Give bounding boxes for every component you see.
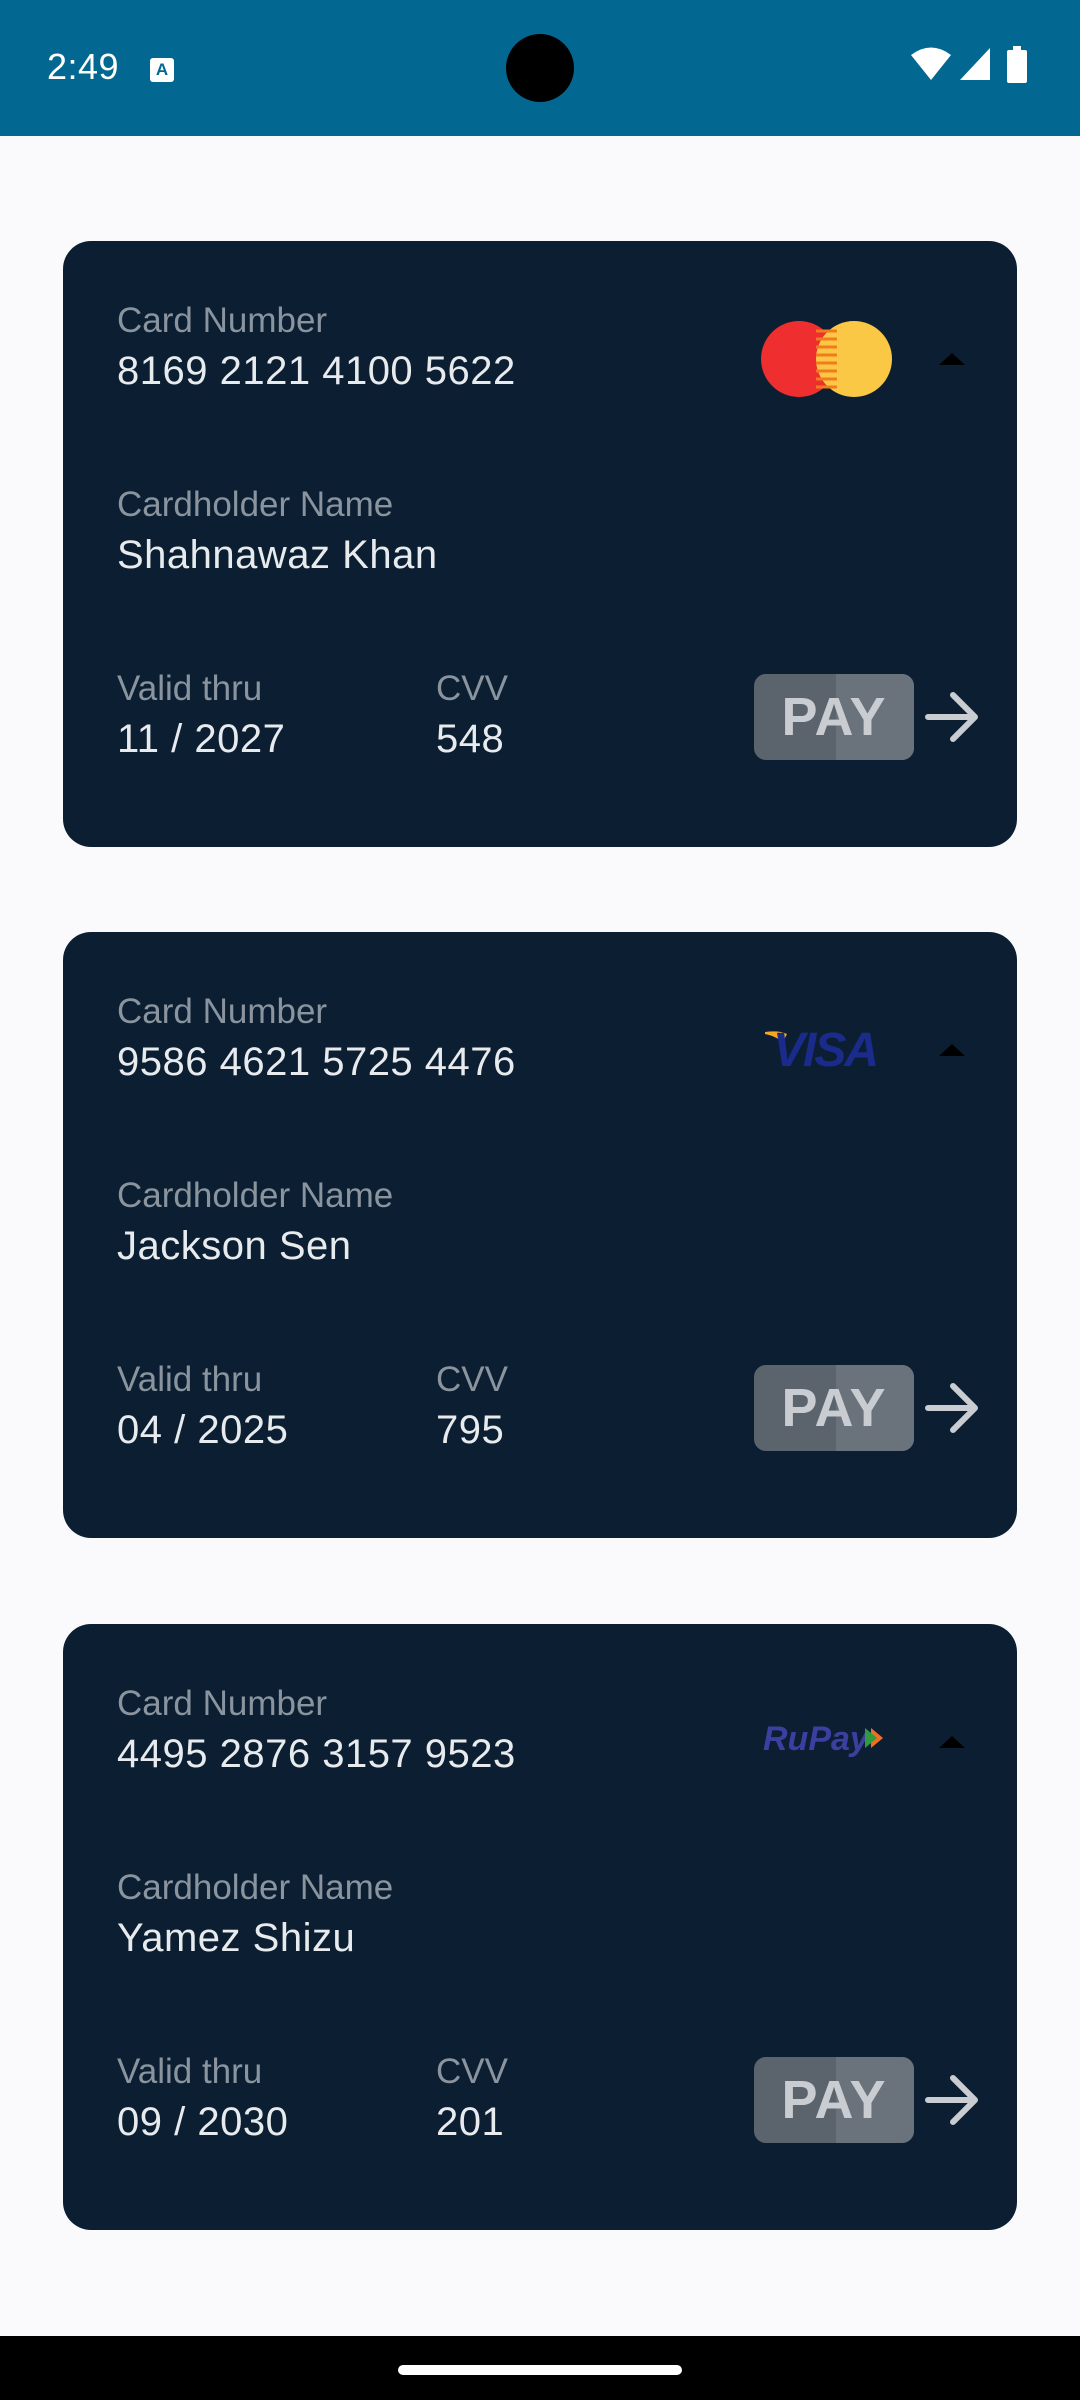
mastercard-logo-icon bbox=[761, 321, 892, 397]
arrow-right-icon[interactable] bbox=[925, 2074, 981, 2126]
cardholder-name-label: Cardholder Name bbox=[117, 485, 394, 524]
card-number-label: Card Number bbox=[117, 301, 328, 340]
cvv-value: 548 bbox=[436, 717, 505, 761]
cardholder-name-label: Cardholder Name bbox=[117, 1176, 394, 1215]
a-icon: A bbox=[150, 58, 174, 82]
expiry-date: 04 / 2025 bbox=[117, 1408, 289, 1452]
cvv-value: 201 bbox=[436, 2100, 505, 2144]
card-number: 9586 4621 5725 4476 bbox=[117, 1040, 516, 1084]
arrow-right-icon[interactable] bbox=[925, 691, 981, 743]
svg-text:VISA: VISA bbox=[773, 1024, 877, 1072]
card-number: 8169 2121 4100 5622 bbox=[117, 349, 516, 393]
cardholder-name: Yamez Shizu bbox=[117, 1916, 356, 1960]
status-icons bbox=[910, 46, 1040, 86]
collapse-icon[interactable] bbox=[939, 353, 965, 365]
pay-button[interactable]: PAY bbox=[754, 674, 914, 760]
status-time: 2:49 bbox=[47, 46, 120, 87]
pay-button[interactable]: PAY bbox=[754, 2057, 914, 2143]
collapse-icon[interactable] bbox=[939, 1044, 965, 1056]
valid-thru-label: Valid thru bbox=[117, 1360, 263, 1399]
arrow-right-icon[interactable] bbox=[925, 1382, 981, 1434]
visa-logo-icon: VISA bbox=[765, 1024, 879, 1072]
signal-icon bbox=[960, 48, 990, 80]
cardholder-name: Jackson Sen bbox=[117, 1224, 352, 1268]
credit-card[interactable]: Card Number 4495 2876 3157 9523 RuPay Ca… bbox=[63, 1624, 1017, 2230]
collapse-icon[interactable] bbox=[939, 1736, 965, 1748]
pay-button[interactable]: PAY bbox=[754, 1365, 914, 1451]
battery-icon bbox=[1007, 46, 1027, 83]
expiry-date: 11 / 2027 bbox=[117, 717, 286, 761]
cardholder-name-label: Cardholder Name bbox=[117, 1868, 394, 1907]
camera-cutout bbox=[506, 34, 574, 102]
valid-thru-label: Valid thru bbox=[117, 669, 263, 708]
rupay-logo-icon: RuPay bbox=[763, 1720, 883, 1758]
pay-label: PAY bbox=[781, 687, 887, 747]
card-number-label: Card Number bbox=[117, 992, 328, 1031]
cvv-label: CVV bbox=[436, 2052, 508, 2091]
pay-label: PAY bbox=[781, 2070, 887, 2130]
cvv-label: CVV bbox=[436, 1360, 508, 1399]
status-bar: 2:49 A bbox=[0, 0, 1080, 136]
cardholder-name: Shahnawaz Khan bbox=[117, 533, 438, 577]
expiry-date: 09 / 2030 bbox=[117, 2100, 289, 2144]
cvv-value: 795 bbox=[436, 1408, 505, 1452]
svg-text:RuPay: RuPay bbox=[763, 1720, 871, 1758]
wifi-icon bbox=[911, 47, 951, 80]
pay-label: PAY bbox=[781, 1378, 887, 1438]
valid-thru-label: Valid thru bbox=[117, 2052, 263, 2091]
cvv-label: CVV bbox=[436, 669, 508, 708]
home-indicator[interactable] bbox=[398, 2365, 682, 2375]
card-number: 4495 2876 3157 9523 bbox=[117, 1732, 516, 1776]
credit-card[interactable]: Card Number 9586 4621 5725 4476 VISA Car… bbox=[63, 932, 1017, 1538]
card-number-label: Card Number bbox=[117, 1684, 328, 1723]
credit-card[interactable]: Card Number 8169 2121 4100 5622 Cardhold… bbox=[63, 241, 1017, 847]
